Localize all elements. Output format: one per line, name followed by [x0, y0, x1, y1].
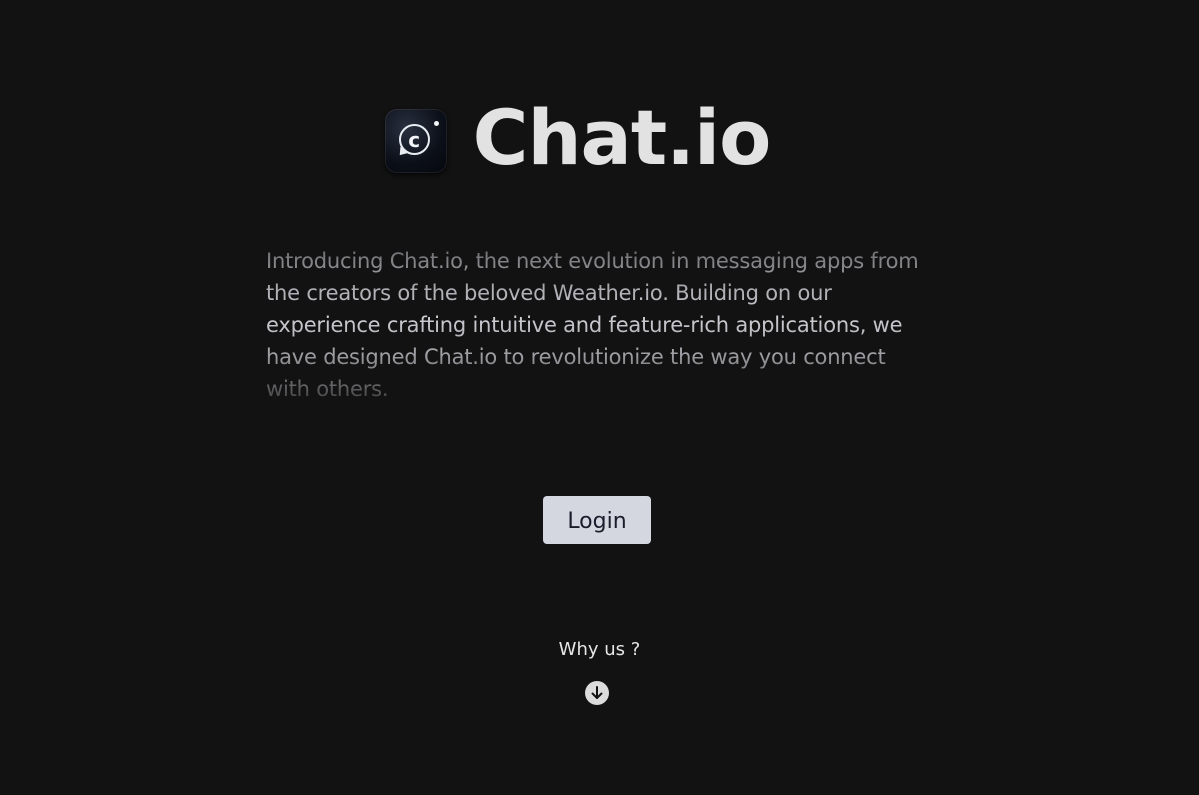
intro-section: Introducing Chat.io, the next evolution …	[266, 245, 926, 405]
brand-header: c Chat.io	[0, 98, 1199, 178]
arrow-down-circle-icon[interactable]	[585, 681, 609, 705]
logo-letter: c	[408, 127, 421, 152]
landing-page: c Chat.io Introducing Chat.io, the next …	[0, 0, 1199, 795]
intro-text: Introducing Chat.io, the next evolution …	[266, 249, 919, 401]
app-title: Chat.io	[472, 93, 772, 182]
login-button[interactable]: Login	[543, 496, 651, 544]
why-us-link[interactable]: Why us ?	[0, 639, 1199, 660]
chat-bubble-c-icon: c	[384, 109, 447, 173]
